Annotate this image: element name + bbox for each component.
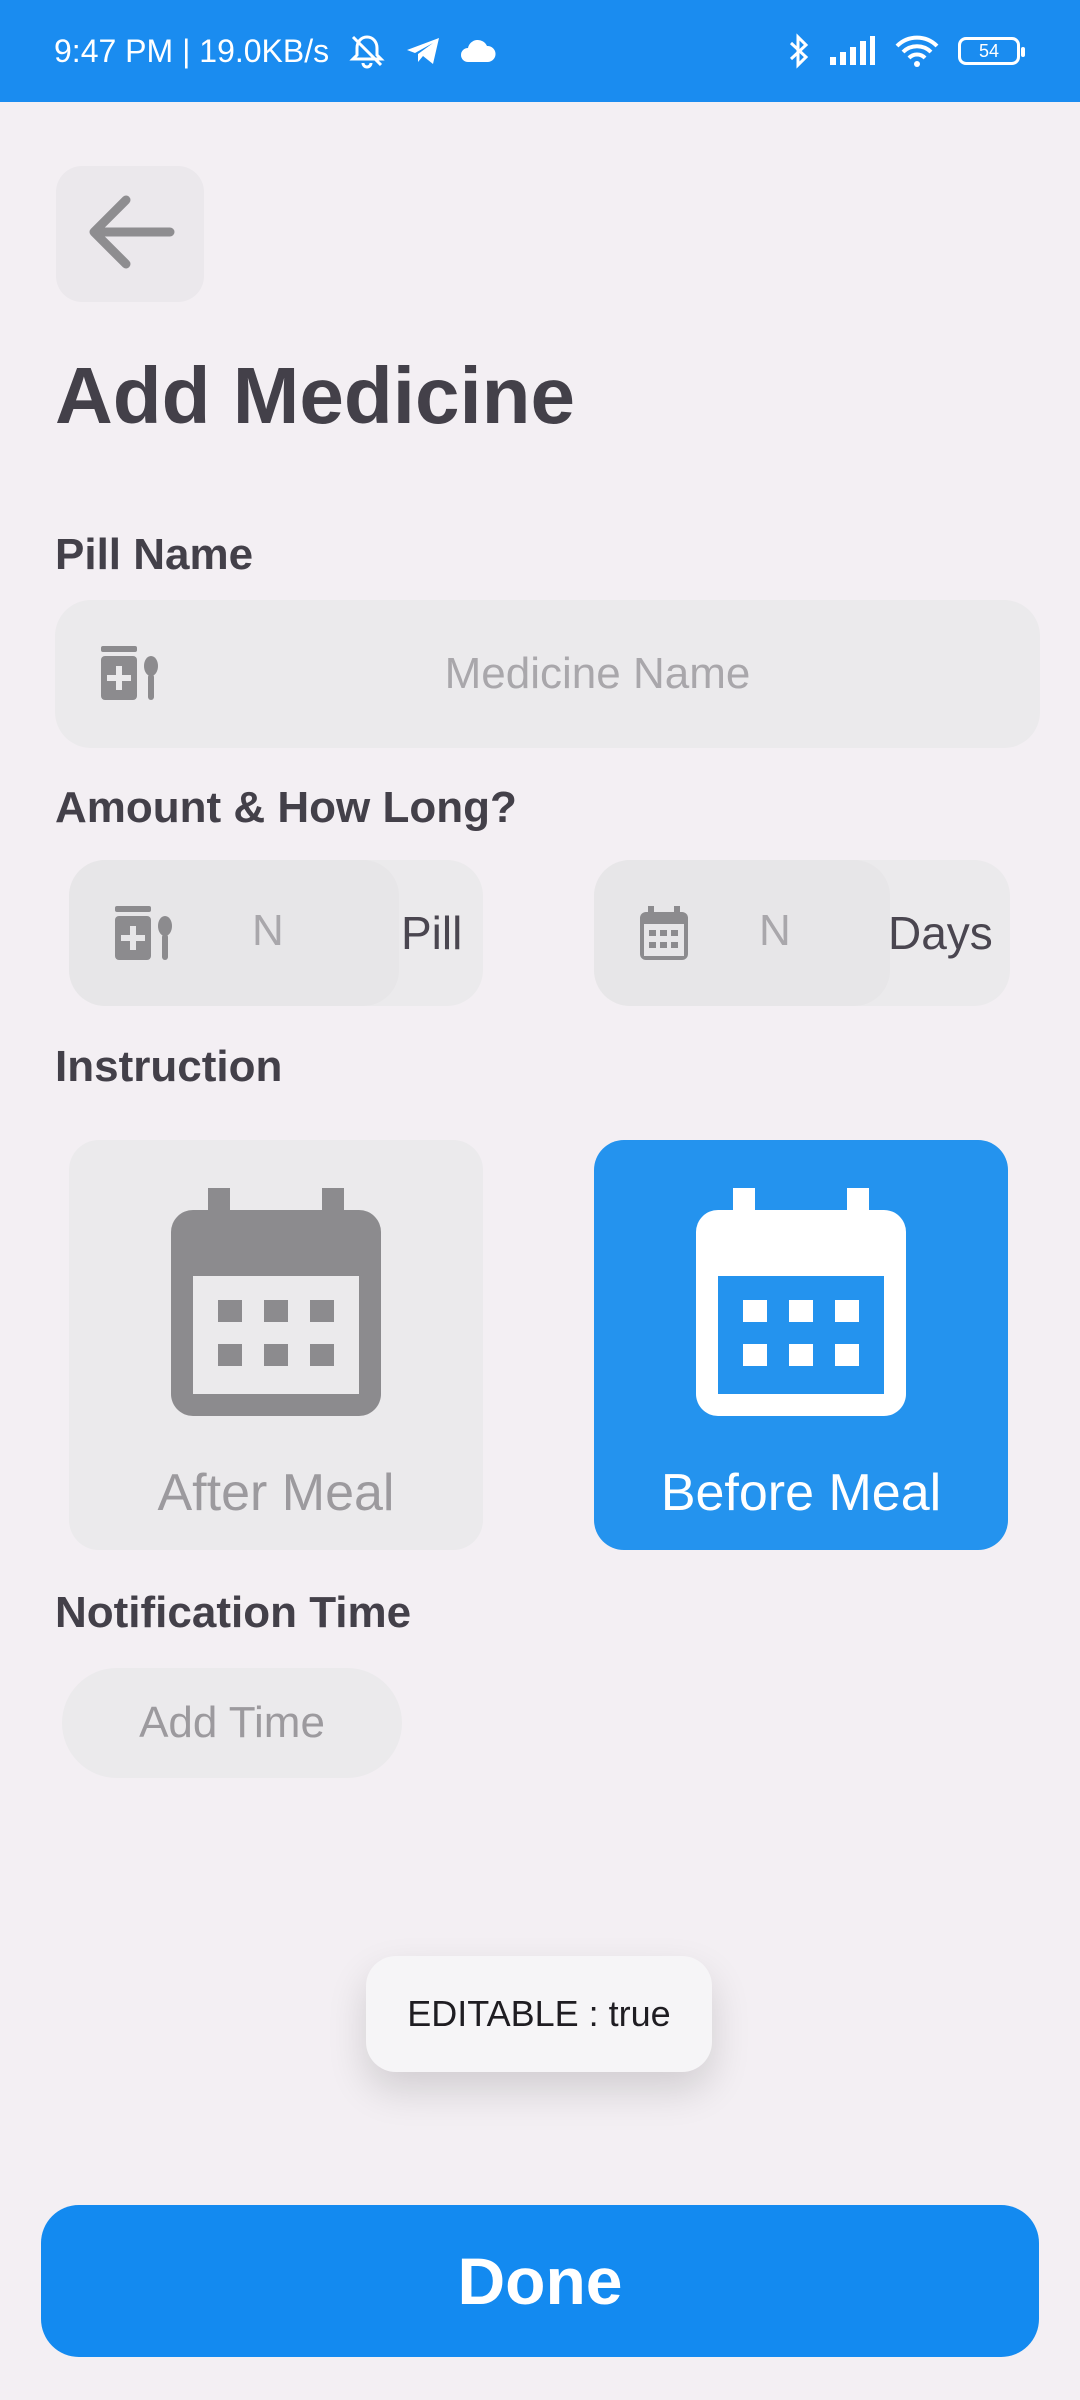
cloud-icon <box>459 38 497 64</box>
calendar-icon <box>696 1188 906 1423</box>
notification-time-label: Notification Time <box>55 1588 412 1637</box>
pill-amount-field: N Pill <box>69 860 483 1006</box>
wifi-icon <box>894 34 940 68</box>
status-left: 9:47 PM | 19.0KB/s <box>54 33 497 70</box>
back-button[interactable] <box>56 166 204 302</box>
telegram-icon <box>405 35 441 67</box>
pill-amount-value: N <box>252 906 284 955</box>
battery-icon: 54 <box>958 37 1025 65</box>
signal-icon <box>828 35 876 67</box>
before-meal-option[interactable]: Before Meal <box>594 1140 1008 1550</box>
status-time: 9:47 PM | 19.0KB/s <box>54 32 330 69</box>
before-meal-label: Before Meal <box>660 1464 942 1522</box>
days-unit-label: Days <box>888 907 993 959</box>
medicine-name-input[interactable]: Medicine Name <box>55 600 1040 748</box>
pill-unit-label: Pill <box>401 907 463 959</box>
after-meal-option[interactable]: After Meal <box>69 1140 483 1550</box>
pill-amount-input[interactable]: N <box>69 860 399 1006</box>
toast-message: EDITABLE : true <box>366 1956 712 2072</box>
calendar-icon <box>171 1188 381 1423</box>
days-field: N Days <box>594 860 1010 1006</box>
instruction-label: Instruction <box>55 1042 283 1091</box>
days-value: N <box>759 906 791 955</box>
status-right: 54 <box>788 33 1025 69</box>
days-input[interactable]: N <box>594 860 890 1006</box>
medicine-icon <box>113 906 173 967</box>
add-time-button[interactable]: Add Time <box>62 1668 402 1778</box>
amount-label: Amount & How Long? <box>55 783 517 832</box>
battery-level: 54 <box>978 40 1000 61</box>
medicine-name-placeholder: Medicine Name <box>444 649 751 698</box>
bluetooth-icon <box>788 33 810 69</box>
status-bar: 9:47 PM | 19.0KB/s 54 <box>0 0 1080 102</box>
page-title: Add Medicine <box>55 351 576 440</box>
pill-name-label: Pill Name <box>55 530 254 579</box>
done-button[interactable]: Done <box>41 2205 1039 2357</box>
arrow-left-icon <box>82 184 178 285</box>
after-meal-label: After Meal <box>157 1464 395 1522</box>
mute-bell-icon <box>347 33 387 69</box>
calendar-icon <box>638 906 690 967</box>
